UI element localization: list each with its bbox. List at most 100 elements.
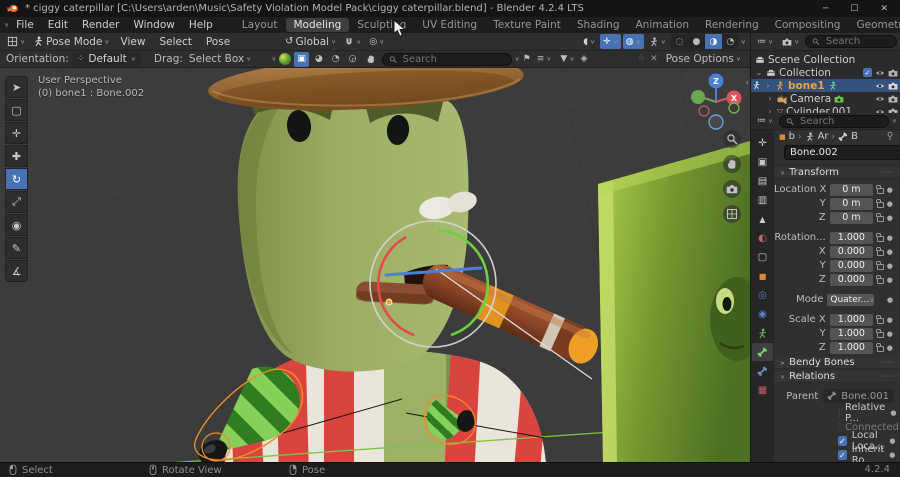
animate-dot[interactable]: ● [886,200,894,208]
expand-caret[interactable]: › [764,81,772,90]
axis-neg-y-ball[interactable] [728,102,740,114]
bendy-bones-panel-header[interactable]: ∨ Bendy Bones ···· [774,357,900,369]
animate-dot[interactable]: ● [886,234,894,242]
render-camera-icon[interactable] [888,68,898,78]
transform-orientation[interactable]: ↺ Global ∨ [282,34,339,49]
collapse-caret[interactable]: ⌄ [755,68,763,77]
tab-compositing[interactable]: Compositing [767,18,849,32]
outliner-search-input[interactable] [823,35,890,48]
menu-file[interactable]: File [9,19,41,31]
inherit-rotation-checkbox[interactable]: ✓ [838,450,847,460]
outliner-display-mode[interactable]: ≔ ∨ [754,34,776,49]
animate-dot[interactable]: ● [886,262,894,270]
tool-select-box[interactable]: ▢ [5,99,28,121]
menu-window[interactable]: Window [126,19,181,31]
outliner-row-bone1[interactable]: › bone1 [751,79,900,92]
menu-pose[interactable]: Pose [200,36,236,48]
zoom-view-button[interactable] [723,130,741,148]
lock-icon[interactable] [876,213,884,222]
tab-geometry-nodes[interactable]: Geometry Node [848,18,900,32]
lock-icon[interactable] [876,315,884,324]
shading-solid-button[interactable]: ● [688,34,705,49]
parent-field[interactable]: Bone.001 [822,389,894,403]
axis-neg-z-ball[interactable] [708,114,724,130]
show-object-types-button[interactable]: ◖ ∨ [580,34,598,49]
close-button[interactable]: ✕ [880,4,888,14]
location-z-field[interactable]: 0 m [829,211,874,224]
pin-icon[interactable] [885,131,895,141]
panel-drag-dots[interactable]: ···· [880,358,894,367]
tab-render[interactable]: ▣ [752,153,773,171]
armature-filter-icon[interactable]: ⁘ [638,54,646,64]
outliner-row-scene-collection[interactable]: Scene Collection [751,53,900,66]
outliner-row-cylinder[interactable]: › ▽ Cylinder.001 [751,105,900,113]
tab-world[interactable]: ◐ [752,229,773,247]
breadcrumb-object[interactable]: b [789,131,795,142]
tool-measure[interactable]: ∡ [5,260,28,282]
rotation-w-field[interactable]: 1.000 [829,231,874,244]
tab-texture-paint[interactable]: Texture Paint [485,18,569,32]
tab-rendering[interactable]: Rendering [697,18,767,32]
overlays-toggle[interactable]: ◍ ∨ [622,34,644,49]
paint-option-1[interactable]: ▣ [294,51,309,67]
tab-shading[interactable]: Shading [569,18,628,32]
animate-dot[interactable]: ● [889,437,895,445]
tool-move[interactable]: ✚ [5,145,28,167]
filter-funnel-button[interactable]: ▼ ∨ [557,52,577,67]
tool-scale[interactable]: ⤢ [5,191,28,213]
tab-scene[interactable]: ▲ [752,210,773,228]
editor-type-button[interactable]: ∨ [4,34,28,49]
toggle-perspective-button[interactable] [723,205,741,223]
outliner-search[interactable] [805,35,897,48]
rotation-mode-dropdown[interactable]: Quater... ∨ [827,293,875,306]
tab-physics[interactable]: ◉ [752,305,773,323]
tab-view-layer[interactable]: ▥ [752,191,773,209]
tab-texture[interactable]: ▦ [752,381,773,399]
drag-dropdown[interactable]: Select Box ∨ [186,52,254,67]
scale-x-field[interactable]: 1.000 [829,313,874,326]
tab-bone-constraints[interactable] [752,362,773,380]
tool-cursor[interactable]: ✛ [5,122,28,144]
pan-view-button[interactable] [723,155,741,173]
collection-checkbox[interactable]: ✓ [863,68,872,77]
sidebar-collapse-arrow[interactable]: ‹ [745,78,749,88]
snapping-toggle[interactable]: ∨ [341,34,364,49]
menu-render[interactable]: Render [75,19,126,31]
properties-search[interactable] [779,114,889,128]
expand-caret[interactable]: › [766,94,774,103]
paint-option-2[interactable]: ◕ [312,52,326,67]
local-location-checkbox[interactable]: ✓ [838,436,847,446]
bookmark-icon[interactable]: ⚑ [523,54,531,64]
animate-dot[interactable]: ● [886,344,894,352]
outliner-row-camera[interactable]: › Camera [751,92,900,105]
orientation-dropdown[interactable]: ⁘ Default ∨ [71,52,141,66]
axis-y-ball[interactable] [691,90,705,104]
shading-wireframe-button[interactable]: ◌ [671,34,688,49]
animate-dot[interactable]: ● [886,276,894,284]
tool-rotate[interactable]: ↻ [5,168,28,190]
animate-dot[interactable]: ● [889,451,895,459]
gizmos-toggle[interactable]: ✛ ∨ [600,34,621,49]
lock-icon[interactable] [876,247,884,256]
lock-icon[interactable] [876,329,884,338]
mode-selector[interactable]: Pose Mode ∨ [30,34,112,49]
location-x-field[interactable]: 0 m [829,183,874,196]
axis-neg-x-ball[interactable] [698,105,710,117]
render-camera-icon[interactable] [888,81,898,91]
relative-parenting-checkbox[interactable] [838,408,840,418]
tab-output[interactable]: ▤ [752,172,773,190]
properties-editor-type[interactable]: ≔ ∨ [754,114,776,129]
hide-eye-icon[interactable] [875,94,885,104]
animate-dot[interactable]: ● [886,330,894,338]
3d-viewport[interactable]: Z X User Perspective (0) bone1 : Bone.00… [0,68,750,462]
lock-icon[interactable] [876,233,884,242]
hide-eye-icon[interactable] [875,81,885,91]
scale-z-field[interactable]: 1.000 [829,341,874,354]
panel-drag-dots[interactable]: ···· [880,168,894,177]
maximize-button[interactable]: ☐ [850,4,858,14]
tab-collection[interactable]: ▢ [752,248,773,266]
tab-object[interactable]: ■ [752,267,773,285]
lock-icon[interactable] [876,185,884,194]
panel-drag-dots[interactable]: ···· [880,372,894,381]
tool-tweak[interactable]: ➤ [5,76,28,98]
